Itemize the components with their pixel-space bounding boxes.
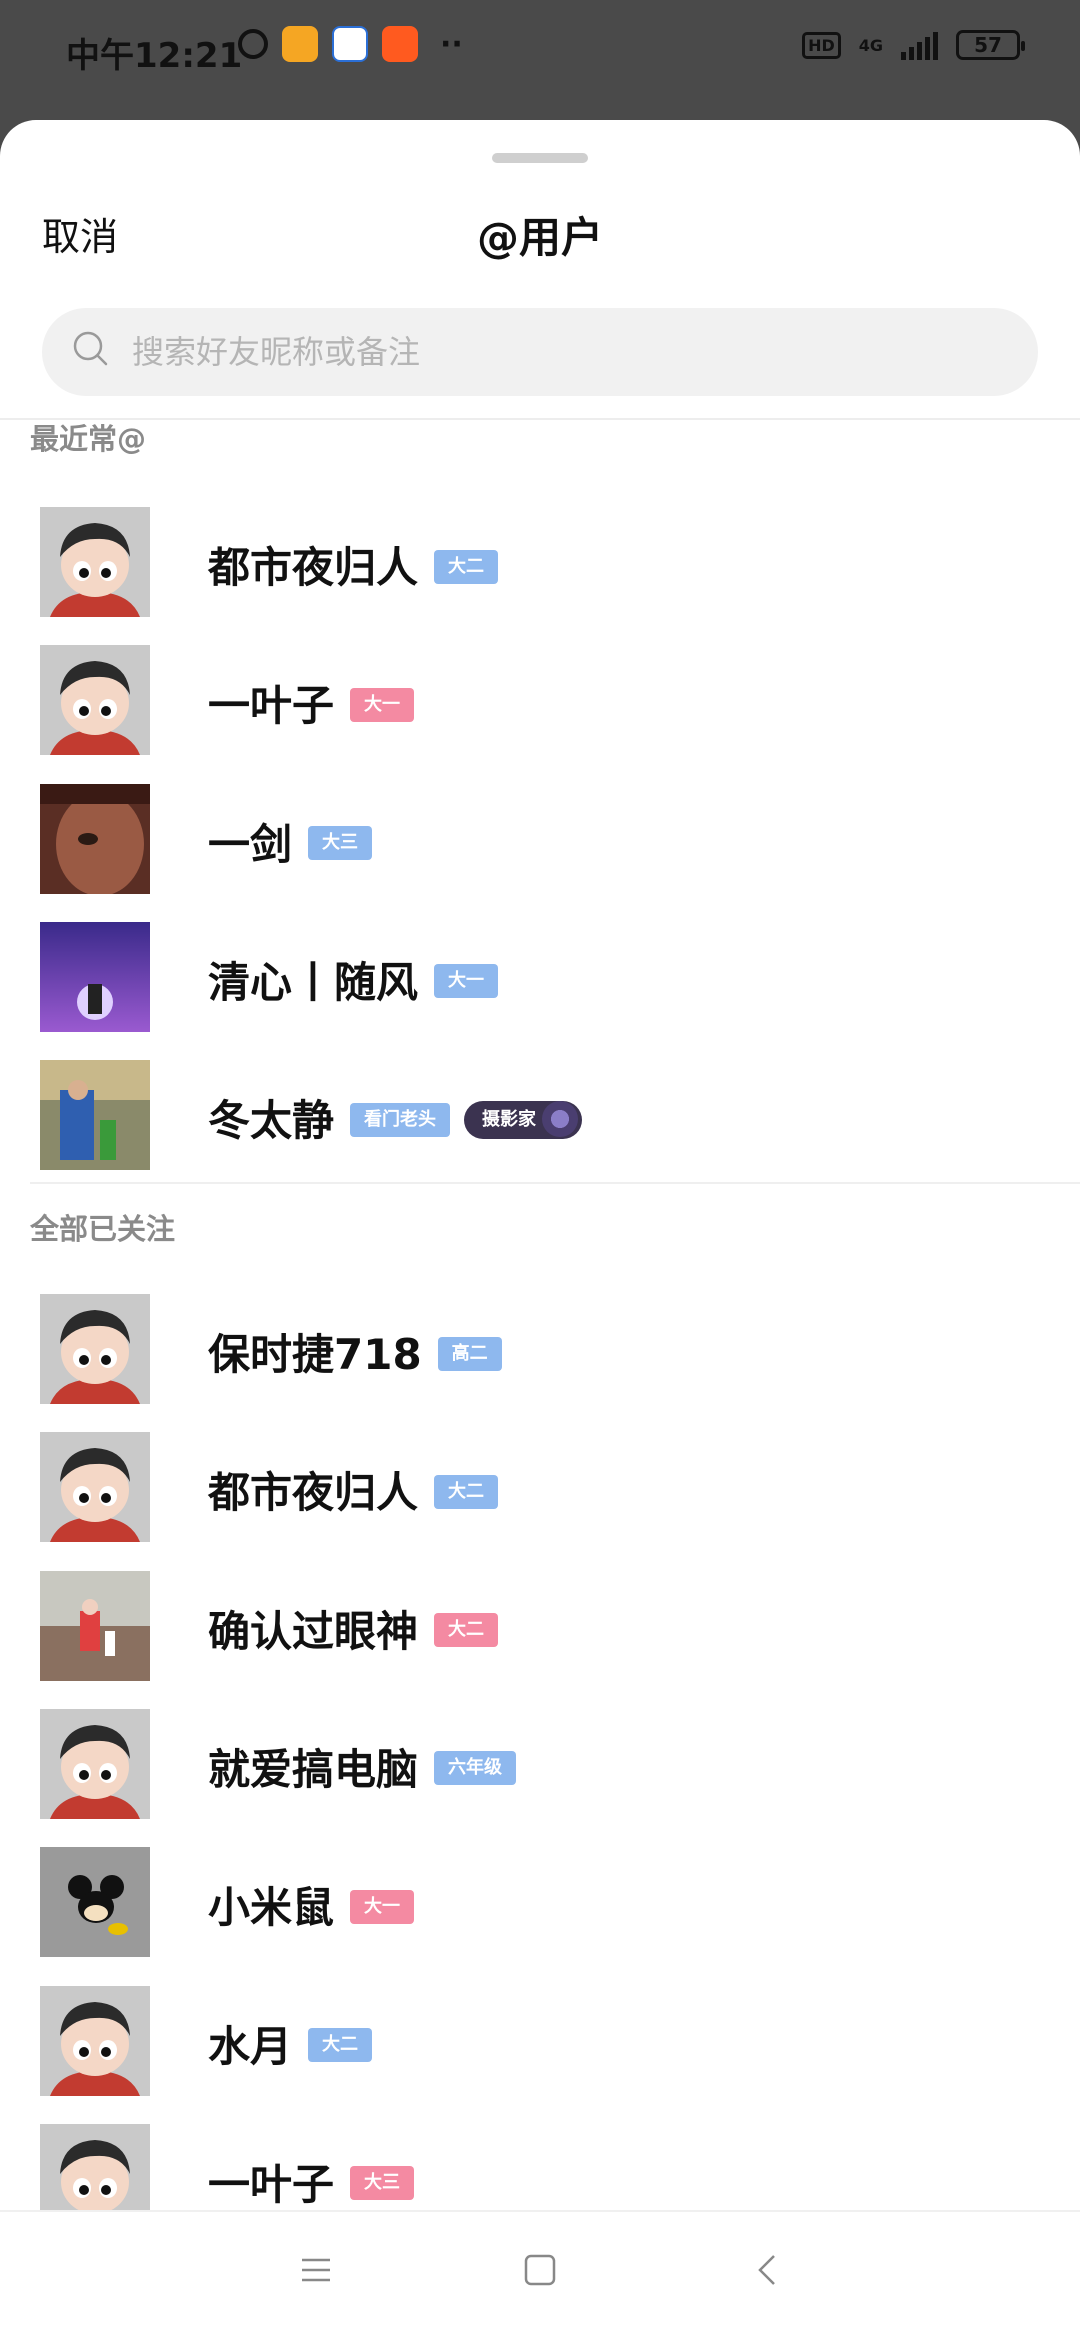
user-row[interactable]: 都市夜归人 大二: [0, 490, 1080, 628]
status-time: 中午12:21: [66, 36, 243, 76]
taobao-app-icon: [382, 26, 418, 62]
avatar: [40, 1432, 150, 1543]
mention-user-sheet: 取消 @用户 最近常@ 都市夜归人大二一叶子大一一剑大三清心丨随风大一冬太静看门…: [0, 120, 1080, 2340]
back-chevron-icon[interactable]: [748, 2250, 788, 2290]
grade-tag: 大二: [434, 1613, 499, 1648]
grade-tag: 大二: [434, 549, 499, 584]
user-name: 保时捷718: [208, 1330, 422, 1379]
user-name-line: 保时捷718 高二: [208, 1321, 502, 1382]
battery-level: 57: [974, 33, 1002, 57]
user-name: 冬太静: [208, 1096, 335, 1146]
user-row[interactable]: 小米鼠 大一: [0, 1830, 1080, 1968]
avatar: [40, 1708, 150, 1819]
alarm-icon: [238, 29, 268, 59]
header-divider: [0, 418, 1080, 420]
section-title-following: 全部已关注: [30, 1212, 176, 1246]
section-title-recent: 最近常@: [30, 422, 147, 456]
notes-app-icon: [282, 26, 318, 62]
user-name: 一剑: [208, 819, 293, 869]
user-name-line: 水月 大二: [208, 2013, 373, 2074]
avatar: [40, 1985, 150, 2096]
user-row[interactable]: 保时捷718 高二: [0, 1277, 1080, 1415]
user-row[interactable]: 冬太静 看门老头 摄影家: [0, 1043, 1080, 1181]
grade-tag: 看门老头: [350, 1102, 451, 1137]
avatar: [40, 1294, 150, 1404]
user-row[interactable]: 就爱搞电脑 六年级: [0, 1692, 1080, 1830]
user-row[interactable]: 一剑 大三: [0, 767, 1080, 905]
grade-tag: 大三: [308, 826, 373, 861]
user-name-line: 就爱搞电脑 六年级: [208, 1736, 517, 1797]
app-notification-icon: [332, 26, 368, 62]
grade-tag: 大二: [308, 2028, 373, 2062]
grade-tag: 六年级: [434, 1751, 517, 1786]
badge-label: 摄影家: [482, 1108, 537, 1130]
user-row[interactable]: 水月 大二: [0, 1969, 1080, 2107]
avatar: [40, 645, 150, 756]
grade-tag: 大一: [350, 687, 415, 722]
user-name-line: 确认过眼神 大二: [208, 1598, 499, 1659]
avatar: [40, 1060, 150, 1171]
grade-tag: 大一: [434, 964, 499, 999]
user-name-line: 清心丨随风 大一: [208, 949, 499, 1010]
search-icon: [73, 331, 108, 366]
camera-icon: [542, 1100, 579, 1137]
home-square-icon[interactable]: [520, 2250, 560, 2290]
user-name: 水月: [208, 2021, 293, 2071]
section-divider: [30, 1182, 1080, 1184]
user-name: 清心丨随风: [208, 957, 419, 1007]
hd-icon: HD: [802, 31, 841, 59]
grade-tag: 大三: [350, 2166, 415, 2201]
battery-icon: 57: [956, 30, 1025, 60]
user-name-line: 一叶子 大三: [208, 2151, 415, 2212]
sheet-drag-handle[interactable]: [492, 153, 588, 163]
photographer-badge: 摄影家: [464, 1100, 583, 1139]
grade-tag: 大一: [350, 1889, 415, 1924]
user-name-line: 一叶子 大一: [208, 672, 415, 733]
user-name-line: 都市夜归人 大二: [208, 1459, 499, 1520]
more-notifications-icon: ··: [440, 26, 463, 62]
user-name: 确认过眼神: [208, 1606, 419, 1656]
user-row[interactable]: 都市夜归人 大二: [0, 1415, 1080, 1553]
user-name-line: 冬太静 看门老头 摄影家: [208, 1087, 583, 1148]
avatar: [40, 783, 150, 894]
avatar: [40, 1570, 150, 1681]
grade-tag: 高二: [437, 1336, 502, 1371]
page-title: @用户: [476, 213, 603, 262]
avatar: [40, 921, 150, 1032]
user-row[interactable]: 清心丨随风 大一: [0, 905, 1080, 1043]
user-name-line: 小米鼠 大一: [208, 1874, 415, 1935]
user-name: 都市夜归人: [208, 1468, 419, 1518]
user-name: 都市夜归人: [208, 543, 419, 592]
status-bar: 中午12:21 ·· HD 4G 57: [0, 0, 1080, 110]
user-name-line: 一剑 大三: [208, 811, 373, 872]
avatar: [40, 1847, 150, 1958]
user-name: 一叶子: [208, 2159, 335, 2209]
signal-icon: [901, 30, 938, 60]
user-name: 就爱搞电脑: [208, 1744, 419, 1794]
search-bar[interactable]: [42, 308, 1038, 396]
menu-icon[interactable]: [296, 2250, 336, 2290]
user-row[interactable]: 确认过眼神 大二: [0, 1554, 1080, 1692]
user-name-line: 都市夜归人 大二: [208, 534, 499, 595]
avatar: [40, 507, 150, 617]
network-type: 4G: [858, 35, 883, 55]
grade-tag: 大二: [434, 1474, 499, 1509]
status-notification-icons: ··: [238, 26, 463, 62]
status-right: HD 4G 57: [802, 30, 1025, 60]
user-name: 小米鼠: [208, 1883, 335, 1933]
search-input[interactable]: [132, 308, 1012, 396]
user-name: 一叶子: [208, 681, 335, 731]
user-row[interactable]: 一叶子 大一: [0, 628, 1080, 766]
system-navigation-bar: [0, 2210, 1080, 2342]
